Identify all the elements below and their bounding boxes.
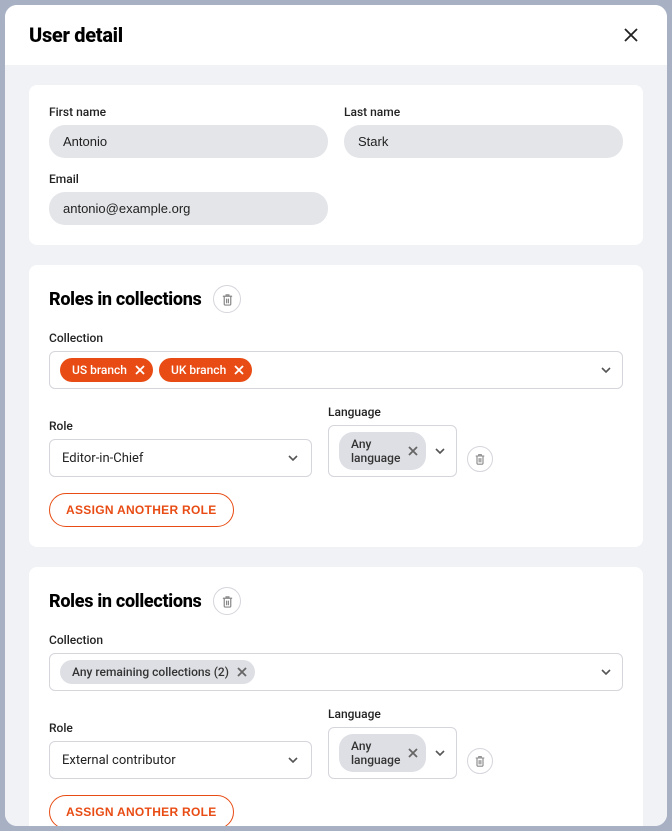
chip-label: Any remaining collections (2) [72,665,229,679]
email-input[interactable] [49,192,328,225]
assign-role-button[interactable]: Assign another role [49,795,234,826]
role-select[interactable]: External contributor [49,741,312,779]
close-icon [237,667,247,677]
chip-label: UK branch [171,363,226,377]
collection-chip: UK branch [159,358,252,382]
collection-chip: US branch [60,358,153,382]
language-chip: Any language [339,734,426,772]
close-icon [234,365,244,375]
chevron-down-icon [434,445,446,457]
close-icon [623,27,639,43]
chevron-down-icon [600,666,612,678]
modal-title: User detail [29,23,123,47]
user-info-card: First name Last name Email [29,85,643,245]
roles-section: Roles in collections Collection US branc… [29,265,643,547]
trash-icon [474,453,486,465]
last-name-input[interactable] [344,125,623,158]
language-chip: Any language [339,432,426,470]
language-label: Language [328,707,457,721]
collection-select[interactable]: Any remaining collections (2) [49,653,623,691]
chip-remove[interactable] [135,365,145,375]
assign-role-button[interactable]: Assign another role [49,493,234,527]
user-detail-modal: User detail First name Last name Email [5,5,667,826]
role-select[interactable]: Editor-in-Chief [49,439,312,477]
first-name-label: First name [49,105,328,119]
chevron-down-icon [287,754,299,766]
chip-remove[interactable] [408,446,418,456]
first-name-input[interactable] [49,125,328,158]
section-title: Roles in collections [49,289,201,310]
last-name-label: Last name [344,105,623,119]
language-select[interactable]: Any language [328,425,457,477]
delete-section-button[interactable] [213,587,241,615]
email-label: Email [49,172,328,186]
trash-icon [474,755,486,767]
chip-remove[interactable] [237,667,247,677]
chevron-down-icon [434,747,446,759]
modal-header: User detail [5,5,667,65]
chevron-down-icon [600,364,612,376]
collection-label: Collection [49,633,623,647]
collection-select[interactable]: US branch UK branch [49,351,623,389]
delete-role-button[interactable] [467,748,493,774]
roles-section: Roles in collections Collection Any rema… [29,567,643,826]
role-value: Editor-in-Chief [62,451,143,466]
delete-section-button[interactable] [213,285,241,313]
trash-icon [221,293,234,306]
chip-remove[interactable] [408,748,418,758]
language-label: Language [328,405,457,419]
chip-label: Any language [351,437,400,465]
chip-remove[interactable] [234,365,244,375]
role-value: External contributor [62,753,176,768]
close-icon [135,365,145,375]
delete-role-button[interactable] [467,446,493,472]
trash-icon [221,595,234,608]
modal-body: First name Last name Email Roles in coll… [5,65,667,826]
role-label: Role [49,721,312,735]
close-icon [408,748,418,758]
chevron-down-icon [287,452,299,464]
chip-label: US branch [72,363,127,377]
collection-chip: Any remaining collections (2) [60,660,255,684]
close-button[interactable] [619,23,643,47]
collection-label: Collection [49,331,623,345]
section-title: Roles in collections [49,591,201,612]
language-select[interactable]: Any language [328,727,457,779]
close-icon [408,446,418,456]
chip-label: Any language [351,739,400,767]
role-label: Role [49,419,312,433]
